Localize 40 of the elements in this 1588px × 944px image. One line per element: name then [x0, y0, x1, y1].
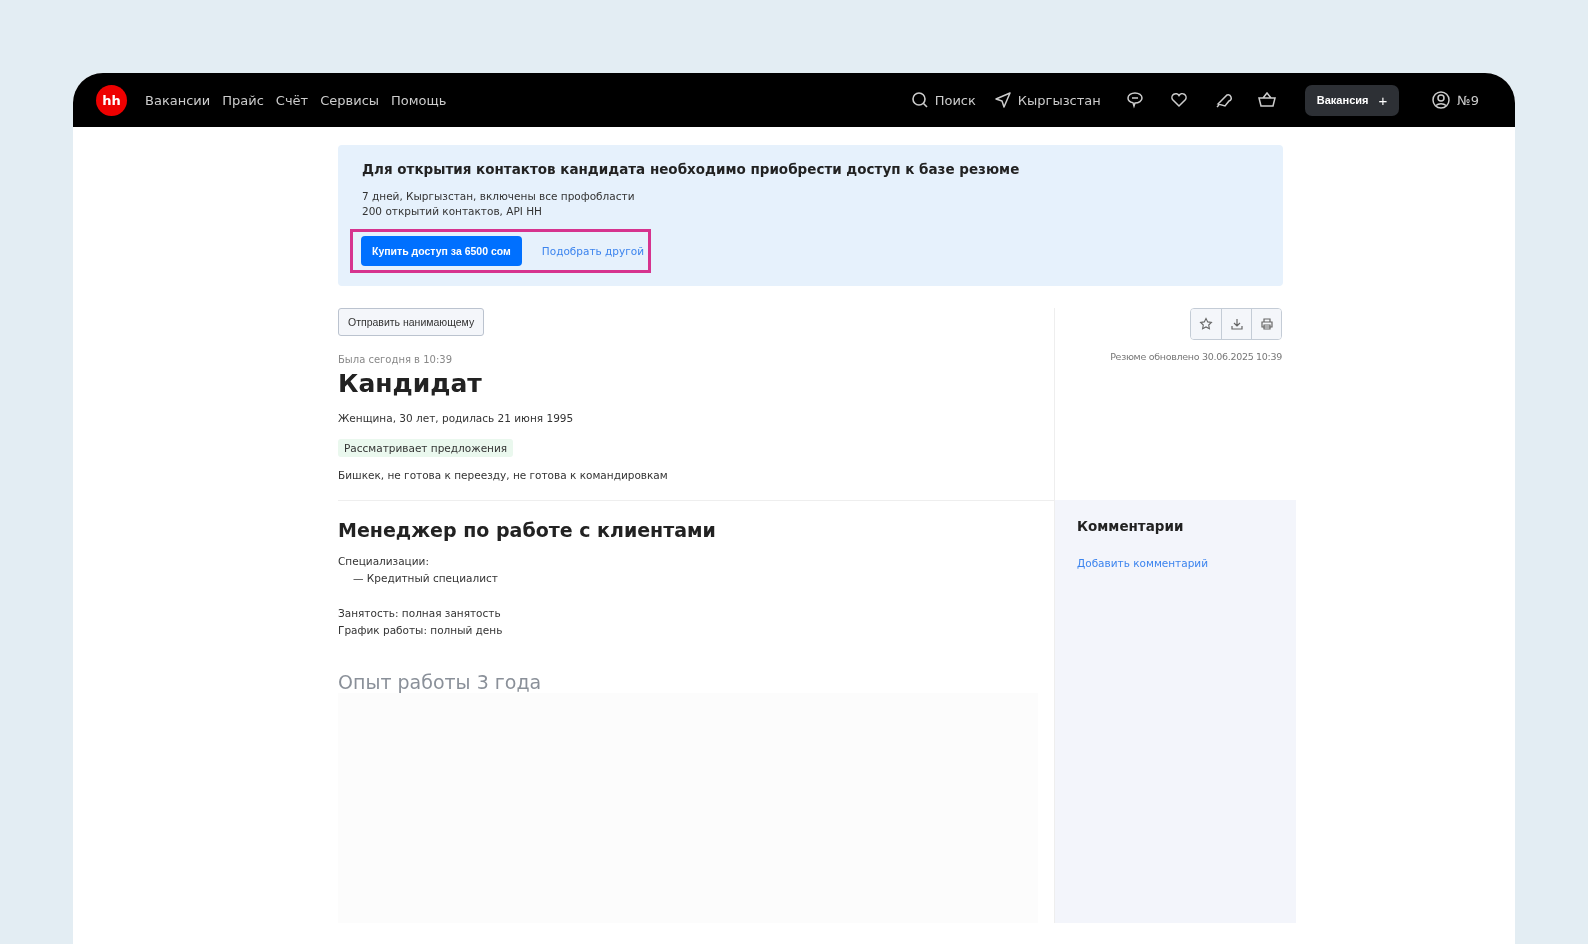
banner-text: 200 открытий контактов, API HH	[362, 204, 543, 219]
last-seen-text: Была сегодня в 10:39	[338, 354, 452, 365]
buy-access-button[interactable]: Купить доступ за 6500 сом	[361, 236, 522, 266]
create-vacancy-button[interactable]: Вакансия +	[1304, 84, 1400, 116]
specialization-item: — Кредитный специалист	[352, 571, 498, 586]
favorite-button[interactable]	[1191, 309, 1221, 339]
candidate-name: Кандидат	[338, 369, 482, 398]
nav-link[interactable]: Сервисы	[320, 92, 380, 108]
hh-logo[interactable]: hh	[96, 84, 127, 116]
print-button[interactable]	[1251, 309, 1281, 339]
comments-title: Комментарии	[1077, 518, 1185, 534]
chat-icon[interactable]	[1124, 90, 1145, 110]
search-icon	[910, 91, 929, 109]
star-icon	[1199, 317, 1213, 331]
location-text: Бишкек, не готова к переезду, не готова к командировкам	[338, 468, 668, 483]
status-tag: Рассматривает предложения	[338, 439, 514, 457]
nav-link[interactable]: Прайс	[222, 92, 264, 108]
search-link[interactable]: Поиск	[910, 91, 976, 109]
nav-link[interactable]: Вакансии	[145, 92, 211, 108]
position-title: Менеджер по работе с клиентами	[338, 519, 716, 541]
candidate-info: Женщина, 30 лет, родилась 21 июня 1995	[338, 411, 574, 426]
resume-updated-text: Резюме обновлено 30.06.2025 10:39	[1110, 351, 1282, 362]
condition-text: Занятость: полная занятость	[338, 606, 502, 621]
nav-link[interactable]: Помощь	[391, 92, 447, 108]
basket-icon[interactable]	[1256, 90, 1277, 110]
region-link[interactable]: Кыргызстан	[993, 91, 1101, 109]
user-icon	[1431, 90, 1452, 110]
specializations-label: Специализации:	[338, 554, 429, 569]
banner-title: Для открытия контактов кандидата необходимо приобрести доступ к базе резюме	[362, 161, 1021, 177]
send-to-hirer-button[interactable]: Отправить нанимающему	[338, 308, 485, 336]
navigation-arrow-icon	[993, 91, 1012, 109]
add-comment-link[interactable]: Добавить комментарий	[1077, 557, 1208, 569]
banner-text: 7 дней, Кыргызстан, включены все профобласти	[362, 189, 636, 204]
condition-text: График работы: полный день	[338, 623, 503, 638]
nav-link[interactable]: Счёт	[275, 92, 309, 108]
download-icon	[1229, 317, 1244, 331]
print-icon	[1259, 317, 1274, 331]
experience-heading: Опыт работы 3 года	[338, 671, 542, 693]
heart-icon[interactable]	[1168, 90, 1189, 110]
account-link[interactable]: №9	[1431, 90, 1479, 110]
